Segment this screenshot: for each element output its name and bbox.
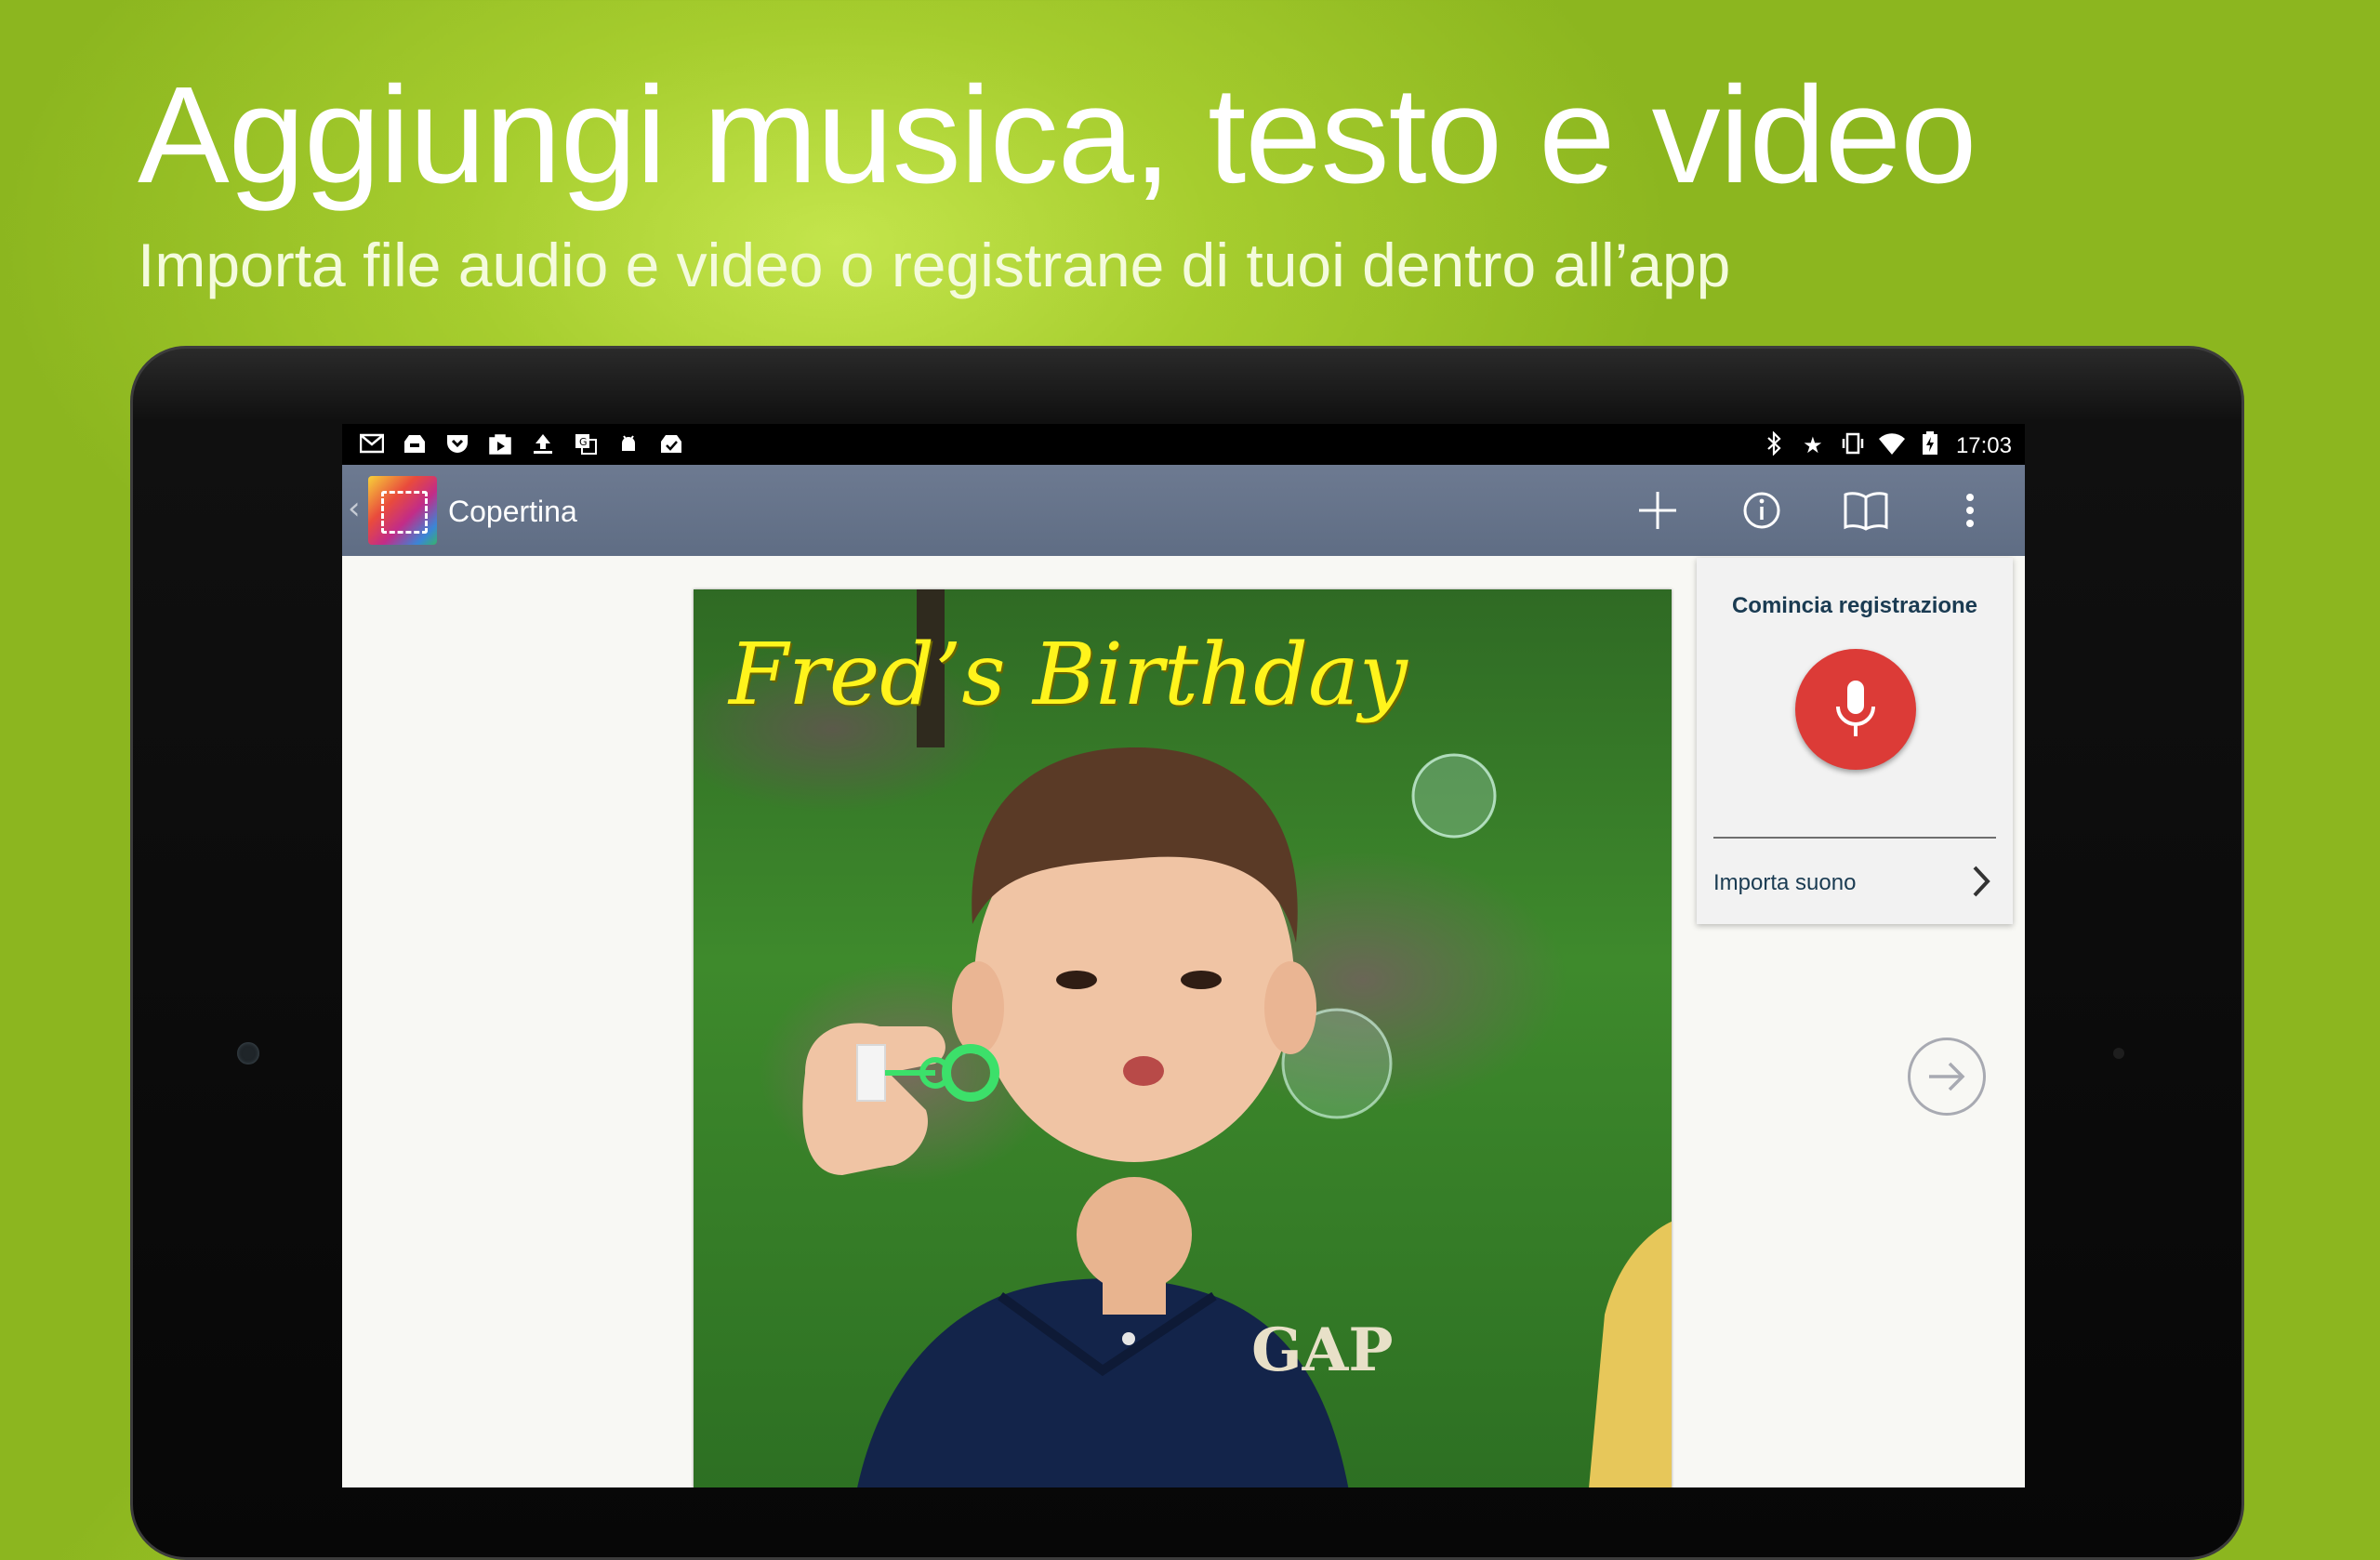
record-button[interactable] <box>1795 649 1916 770</box>
device-screen: G ★ 17:03 ‹ Copertina GAP Fred’s Birthda… <box>342 424 2025 1487</box>
android-icon <box>615 431 641 456</box>
chevron-right-icon[interactable] <box>1970 865 1992 898</box>
add-button[interactable] <box>1629 482 1686 539</box>
task-icon <box>658 431 684 456</box>
front-camera <box>237 1042 259 1064</box>
book-canvas: GAP Fred’s Birthday Comincia registrazio… <box>342 556 2025 1487</box>
book-icon <box>1844 492 1888 531</box>
microphone-icon <box>1836 681 1875 736</box>
next-page-button[interactable] <box>1908 1038 1986 1116</box>
page-title: Copertina <box>448 495 577 528</box>
record-panel: Comincia registrazione Importa suono <box>1697 558 2013 924</box>
promo-subheadline: Importa file audio e video o registrane … <box>138 231 1731 299</box>
notification-icons: G <box>359 431 684 456</box>
overflow-menu-button[interactable] <box>1941 482 1999 539</box>
wifi-icon <box>1878 431 1905 460</box>
ambient-sensor <box>2113 1048 2124 1059</box>
inbox-icon <box>402 431 428 456</box>
up-caret-icon[interactable]: ‹ <box>348 493 361 524</box>
pocket-icon <box>444 431 470 456</box>
action-bar: ‹ Copertina <box>342 465 2025 556</box>
upload-icon <box>530 431 556 456</box>
record-panel-title: Comincia registrazione <box>1731 593 1978 618</box>
add-icon <box>1639 492 1676 529</box>
cover-photo[interactable]: GAP Fred’s Birthday <box>694 589 1672 1487</box>
arrow-right-icon <box>1929 1062 1965 1091</box>
import-sound-link[interactable]: Importa suono <box>1713 870 1856 896</box>
book-page-icon <box>381 491 428 534</box>
svg-text:G: G <box>579 436 588 448</box>
info-button[interactable] <box>1733 482 1791 539</box>
status-clock: 17:03 <box>1955 432 2012 458</box>
promo-headline: Aggiungi musica, testo e video <box>138 59 1977 212</box>
battery-icon <box>1917 431 1943 460</box>
star-icon: ★ <box>1803 432 1823 458</box>
book-view-button[interactable] <box>1837 482 1895 539</box>
photo-title-text[interactable]: Fred’s Birthday <box>729 625 1408 724</box>
system-icons: ★ 17:03 <box>1761 430 2012 460</box>
overflow-icon <box>1966 494 1974 527</box>
gmail-icon <box>359 431 385 456</box>
panel-divider <box>1713 837 1996 839</box>
translate-icon: G <box>573 431 599 456</box>
status-bar: G ★ 17:03 <box>342 424 2025 465</box>
play-store-icon <box>487 431 513 456</box>
app-logo[interactable] <box>368 476 437 545</box>
info-icon <box>1743 492 1780 529</box>
svg-text:GAP: GAP <box>1251 1315 1393 1385</box>
vibrate-icon <box>1839 431 1865 460</box>
bluetooth-icon <box>1761 430 1787 460</box>
